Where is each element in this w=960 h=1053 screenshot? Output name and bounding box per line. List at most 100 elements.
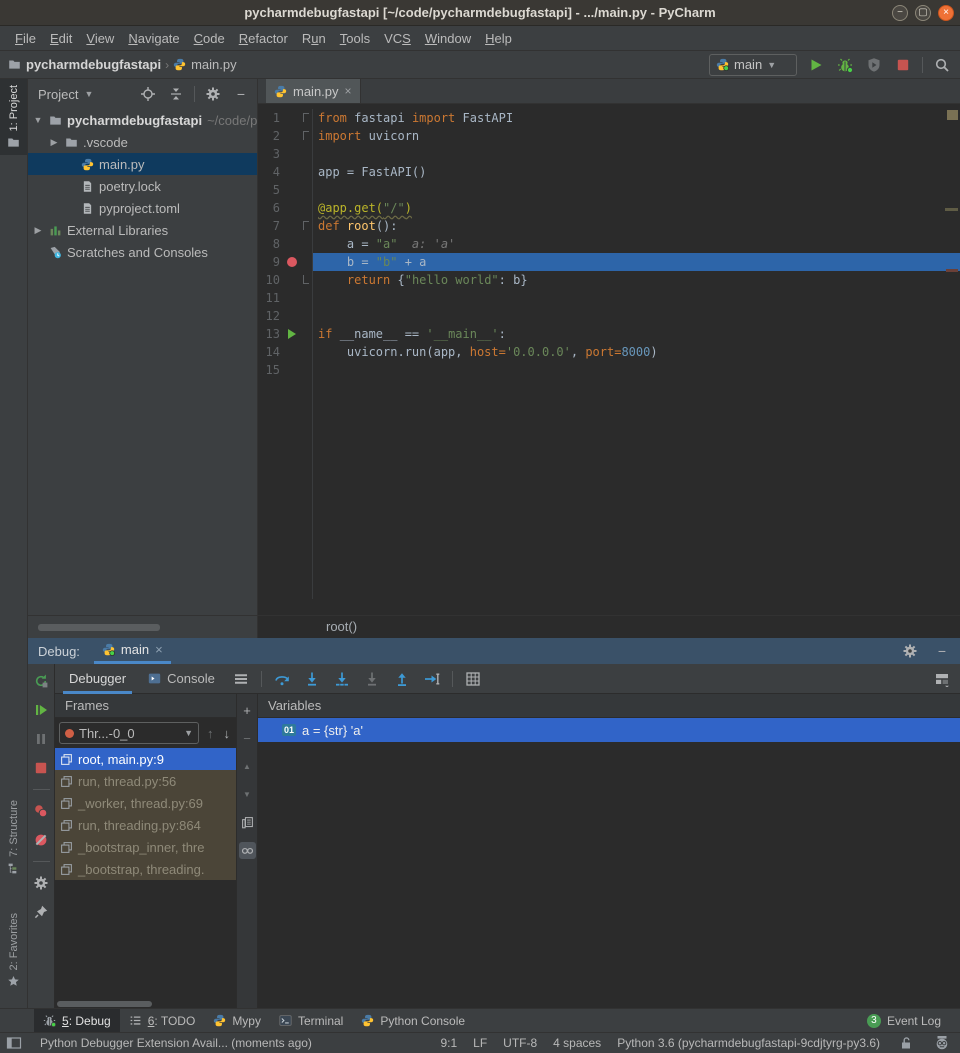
status-python-interpreter[interactable]: Python 3.6 (pycharmdebugfastapi-9cdjtyrg…	[617, 1036, 880, 1050]
menu-code[interactable]: Code	[187, 31, 232, 46]
code-line-3[interactable]: 3	[258, 145, 960, 163]
menu-run[interactable]: Run	[295, 31, 333, 46]
code-area[interactable]: 1from fastapi import FastAPI2import uvic…	[258, 104, 960, 615]
fold-marker-icon[interactable]	[303, 221, 309, 230]
horizontal-scrollbar-thumb[interactable]	[38, 624, 160, 631]
tree-item-poetry-lock[interactable]: poetry.lock	[28, 175, 257, 197]
step-into-button[interactable]	[302, 669, 322, 689]
tree-expand-icon[interactable]: ▶	[32, 225, 44, 236]
fold-gutter[interactable]	[300, 217, 313, 235]
debugger-settings-button[interactable]	[31, 873, 51, 893]
title-bar[interactable]: pycharmdebugfastapi [~/code/pycharmdebug…	[0, 0, 960, 26]
run-gutter-icon[interactable]	[288, 329, 296, 339]
remove-watch-button[interactable]: −	[239, 730, 256, 747]
tree-item-pyproject-toml[interactable]: pyproject.toml	[28, 197, 257, 219]
locate-file-button[interactable]	[138, 84, 158, 104]
debug-button[interactable]	[835, 55, 855, 75]
code-line-8[interactable]: 8 a = "a" a: 'a'	[258, 235, 960, 253]
tree-expand-icon[interactable]: ▼	[32, 115, 44, 125]
close-button[interactable]: ×	[938, 5, 954, 21]
next-frame-button[interactable]: ↓	[222, 726, 233, 741]
code-line-6[interactable]: 6@app.get("/")	[258, 199, 960, 217]
previous-frame-button[interactable]: ↑	[205, 726, 216, 741]
stop-button[interactable]	[893, 55, 913, 75]
duplicate-watch-button[interactable]	[239, 814, 256, 831]
view-breakpoints-button[interactable]	[31, 801, 51, 821]
run-configuration-selector[interactable]: main ▼	[709, 54, 797, 76]
step-into-my-code-button[interactable]	[332, 669, 352, 689]
hide-debug-button[interactable]: −	[932, 641, 952, 661]
frame-row[interactable]: _bootstrap_inner, thre	[55, 836, 236, 858]
project-settings-button[interactable]	[203, 84, 223, 104]
frame-row[interactable]: run, threading.py:864	[55, 814, 236, 836]
breakpoint-gutter[interactable]	[284, 253, 300, 271]
stop-process-button[interactable]	[31, 758, 51, 778]
toggle-toolwindows-icon[interactable]	[6, 1035, 22, 1051]
code-line-12[interactable]: 12	[258, 307, 960, 325]
fold-marker-icon[interactable]	[303, 275, 309, 284]
toolwindow-tab-mypy[interactable]: Mypy	[204, 1009, 270, 1033]
run-to-cursor-button[interactable]	[422, 669, 442, 689]
toolwindow-tab-5-debug[interactable]: 5: Debug	[34, 1009, 120, 1033]
code-line-11[interactable]: 11	[258, 289, 960, 307]
search-everywhere-button[interactable]	[932, 55, 952, 75]
close-icon[interactable]: ×	[155, 642, 163, 657]
toolwindow-tab-terminal[interactable]: Terminal	[270, 1009, 352, 1033]
collapse-all-button[interactable]	[166, 84, 186, 104]
menu-refactor[interactable]: Refactor	[232, 31, 295, 46]
menu-vcs[interactable]: VCS	[377, 31, 418, 46]
stripe-button-project[interactable]: 1: Project	[0, 79, 27, 155]
event-log-button[interactable]: 3Event Log	[858, 1009, 950, 1033]
code-line-14[interactable]: 14 uvicorn.run(app, host='0.0.0.0', port…	[258, 343, 960, 361]
project-view-selector[interactable]: Project	[38, 87, 78, 102]
code-line-7[interactable]: 7def root():	[258, 217, 960, 235]
code-line-9[interactable]: 9 b = "b" + a	[258, 253, 960, 271]
code-line-4[interactable]: 4app = FastAPI()	[258, 163, 960, 181]
menu-help[interactable]: Help	[478, 31, 519, 46]
tree-item-Scratches-and-Consoles[interactable]: Scratches and Consoles	[28, 241, 257, 263]
inspection-indicator[interactable]	[947, 110, 958, 120]
toolwindow-tab-6-todo[interactable]: 6: TODO	[120, 1009, 205, 1033]
stripe-button-structure[interactable]: 7: Structure	[0, 794, 27, 881]
show-watches-button[interactable]	[239, 842, 256, 859]
step-over-button[interactable]	[272, 669, 292, 689]
menu-navigate[interactable]: Navigate	[121, 31, 186, 46]
debug-session-tab-main[interactable]: main ×	[94, 638, 171, 664]
minimize-button[interactable]: −	[892, 5, 908, 21]
menu-tools[interactable]: Tools	[333, 31, 377, 46]
move-watch-down-button[interactable]: ▼	[239, 786, 256, 803]
frame-row[interactable]: _worker, thread.py:69	[55, 792, 236, 814]
mute-breakpoints-button[interactable]	[31, 830, 51, 850]
frames-hscrollbar-thumb[interactable]	[57, 1001, 152, 1007]
close-icon[interactable]: ×	[345, 84, 352, 98]
tree-item-main-py[interactable]: main.py	[28, 153, 257, 175]
tab-console[interactable]: Console	[142, 664, 221, 694]
fold-gutter[interactable]	[300, 271, 313, 289]
tab-debugger[interactable]: Debugger	[63, 664, 132, 694]
status-message[interactable]: Python Debugger Extension Avail... (mome…	[40, 1036, 312, 1050]
lock-button[interactable]	[896, 1033, 916, 1053]
rerun-debug-button[interactable]	[31, 671, 51, 691]
hide-panel-button[interactable]: −	[231, 84, 251, 104]
force-step-into-button[interactable]	[362, 669, 382, 689]
hector-button[interactable]	[932, 1033, 952, 1053]
code-line-10[interactable]: 10 return {"hello world": b}	[258, 271, 960, 289]
code-line-1[interactable]: 1from fastapi import FastAPI	[258, 109, 960, 127]
add-watch-button[interactable]: +	[239, 702, 256, 719]
tab-main-py[interactable]: main.py ×	[266, 79, 361, 103]
move-watch-up-button[interactable]: ▲	[239, 758, 256, 775]
breadcrumb-main-py[interactable]: main.py	[173, 57, 237, 72]
menu-edit[interactable]: Edit	[43, 31, 79, 46]
warning-stripe-mark[interactable]	[945, 208, 958, 211]
layout-options-button[interactable]	[231, 669, 251, 689]
breadcrumb-scope[interactable]: root()	[326, 616, 357, 638]
breakpoint-icon[interactable]	[287, 257, 297, 267]
evaluate-expression-button[interactable]	[463, 669, 483, 689]
frame-row[interactable]: run, thread.py:56	[55, 770, 236, 792]
thread-selector[interactable]: Thr...-0_0 ▼	[59, 722, 199, 744]
tree-item-External-Libraries[interactable]: ▶External Libraries	[28, 219, 257, 241]
stripe-button-favorites[interactable]: 2: Favorites	[0, 907, 27, 994]
breadcrumb-pycharmdebugfastapi[interactable]: pycharmdebugfastapi	[8, 57, 161, 72]
variable-row[interactable]: 01a = {str} 'a'	[258, 718, 960, 742]
toolwindow-tab-python-console[interactable]: Python Console	[352, 1009, 474, 1033]
